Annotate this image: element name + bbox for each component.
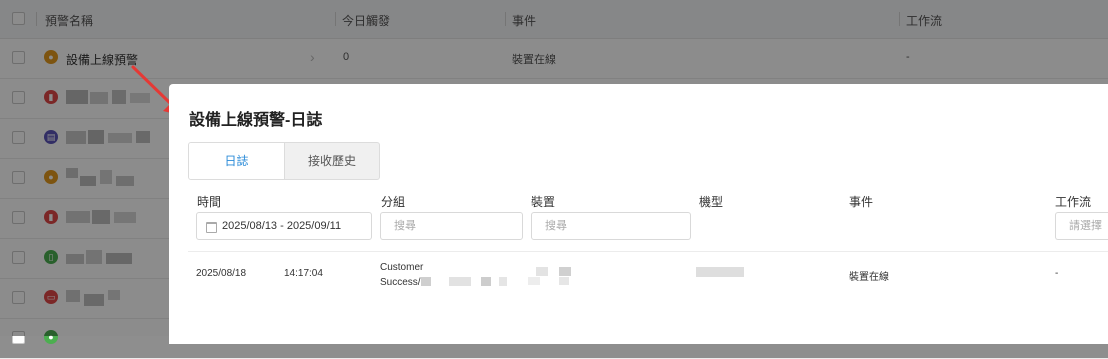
workflow-select[interactable]: 請選擇 xyxy=(1055,212,1108,240)
device-search-input[interactable]: 搜尋 xyxy=(531,212,691,240)
filter-label-time: 時間 xyxy=(197,195,222,209)
filter-label-model: 機型 xyxy=(699,195,724,209)
log-drawer: 設備上線預警-日誌 日誌 接收歷史 時間 分組 裝置 機型 事件 工作流 202… xyxy=(169,84,1108,344)
filter-label-workflow: 工作流 xyxy=(1055,195,1092,209)
log-workflow: - xyxy=(1055,268,1059,279)
log-group-line2: Success/ xyxy=(380,277,421,288)
tab-bar: 日誌 接收歷史 xyxy=(188,142,380,180)
calendar-icon xyxy=(206,222,217,233)
filter-label-group: 分組 xyxy=(381,195,406,209)
log-group-line1: Customer xyxy=(380,262,424,273)
filter-label-device: 裝置 xyxy=(531,195,556,209)
drawer-title: 設備上線預警-日誌 xyxy=(189,112,323,129)
date-range-picker[interactable]: 2025/08/13 - 2025/09/11 xyxy=(196,212,372,240)
date-range-value: 2025/08/13 - 2025/09/11 xyxy=(222,220,342,232)
filter-label-event: 事件 xyxy=(849,195,874,209)
tab-log[interactable]: 日誌 xyxy=(189,143,285,179)
log-event: 裝置在線 xyxy=(849,272,889,283)
log-time: 14:17:04 xyxy=(284,268,323,279)
divider xyxy=(188,251,1108,252)
tab-receive-history[interactable]: 接收歷史 xyxy=(285,143,379,179)
log-date: 2025/08/18 xyxy=(196,268,247,279)
group-search-input[interactable]: 搜尋 xyxy=(380,212,523,240)
